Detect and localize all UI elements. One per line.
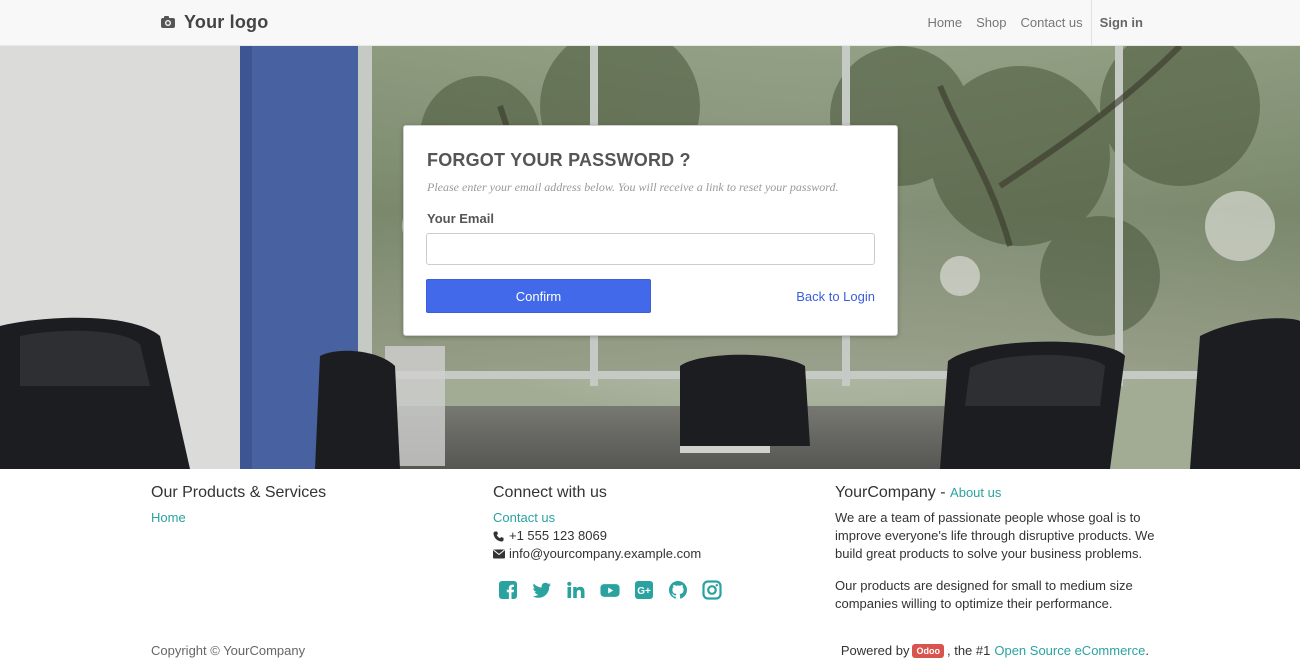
footer-products-title: Our Products & Services	[151, 484, 327, 501]
footer-email: info@yourcompany.example.com	[509, 546, 702, 561]
phone-icon	[493, 530, 505, 542]
reset-instructions: Please enter your email address below. Y…	[427, 180, 839, 194]
facebook-icon[interactable]	[498, 580, 518, 600]
envelope-icon	[493, 549, 505, 559]
footer-connect-title: Connect with us	[493, 484, 607, 501]
powered-by: Powered by Odoo , the #1 Open Source eCo…	[841, 643, 1149, 658]
back-to-login-link[interactable]: Back to Login	[796, 289, 875, 304]
nav-home[interactable]: Home	[920, 0, 969, 46]
top-navbar: Your logo Home Shop Contact us Sign in	[0, 0, 1300, 46]
powered-prefix: Powered by	[840, 643, 910, 658]
company-products-text: Our products are designed for small to m…	[835, 578, 1133, 611]
svg-text:G+: G+	[637, 586, 651, 597]
footer-connect-column: Connect with us Contact us +1 555 123 80…	[493, 483, 813, 600]
title-separator: -	[940, 484, 946, 501]
google-plus-icon[interactable]: G+	[634, 580, 654, 600]
odoo-badge[interactable]: Odoo	[912, 643, 944, 658]
youtube-icon[interactable]	[600, 580, 620, 600]
logo-text: Your logo	[184, 11, 269, 32]
email-label: Your Email	[427, 211, 494, 226]
forgot-password-card: FORGOT YOUR PASSWORD ? Please enter your…	[403, 125, 898, 336]
twitter-icon[interactable]	[532, 580, 552, 600]
social-links: G+	[498, 580, 813, 600]
powered-suffix: .	[1145, 643, 1149, 658]
site-logo[interactable]: Your logo	[160, 11, 268, 33]
linkedin-icon[interactable]	[566, 580, 586, 600]
nav-sign-in[interactable]: Sign in	[1092, 0, 1143, 46]
footer-company-column: YourCompany - About us We are a team of …	[835, 483, 1155, 613]
main-nav: Home Shop Contact us Sign in	[920, 0, 1143, 46]
company-name: YourCompany	[835, 484, 936, 501]
nav-contact-us[interactable]: Contact us	[1014, 0, 1090, 46]
camera-icon	[160, 15, 176, 29]
card-title: FORGOT YOUR PASSWORD ?	[427, 150, 691, 170]
nav-shop[interactable]: Shop	[969, 0, 1013, 46]
powered-middle: , the #1	[946, 643, 991, 658]
footer-contact-link[interactable]: Contact us	[493, 509, 555, 527]
github-icon[interactable]	[668, 580, 688, 600]
instagram-icon[interactable]	[702, 580, 722, 600]
open-source-ecommerce-link[interactable]: Open Source eCommerce	[994, 643, 1145, 658]
footer-products-column: Our Products & Services Home	[151, 483, 471, 527]
company-description: We are a team of passionate people whose…	[835, 510, 1155, 561]
footer-home-link[interactable]: Home	[151, 509, 186, 527]
footer-phone: +1 555 123 8069	[509, 528, 607, 543]
confirm-button[interactable]: Confirm	[426, 279, 651, 313]
about-us-link[interactable]: About us	[950, 485, 1001, 500]
footer-company-title: YourCompany - About us	[835, 483, 1155, 503]
email-input[interactable]	[426, 233, 875, 265]
copyright-text: Copyright © YourCompany	[151, 643, 306, 658]
